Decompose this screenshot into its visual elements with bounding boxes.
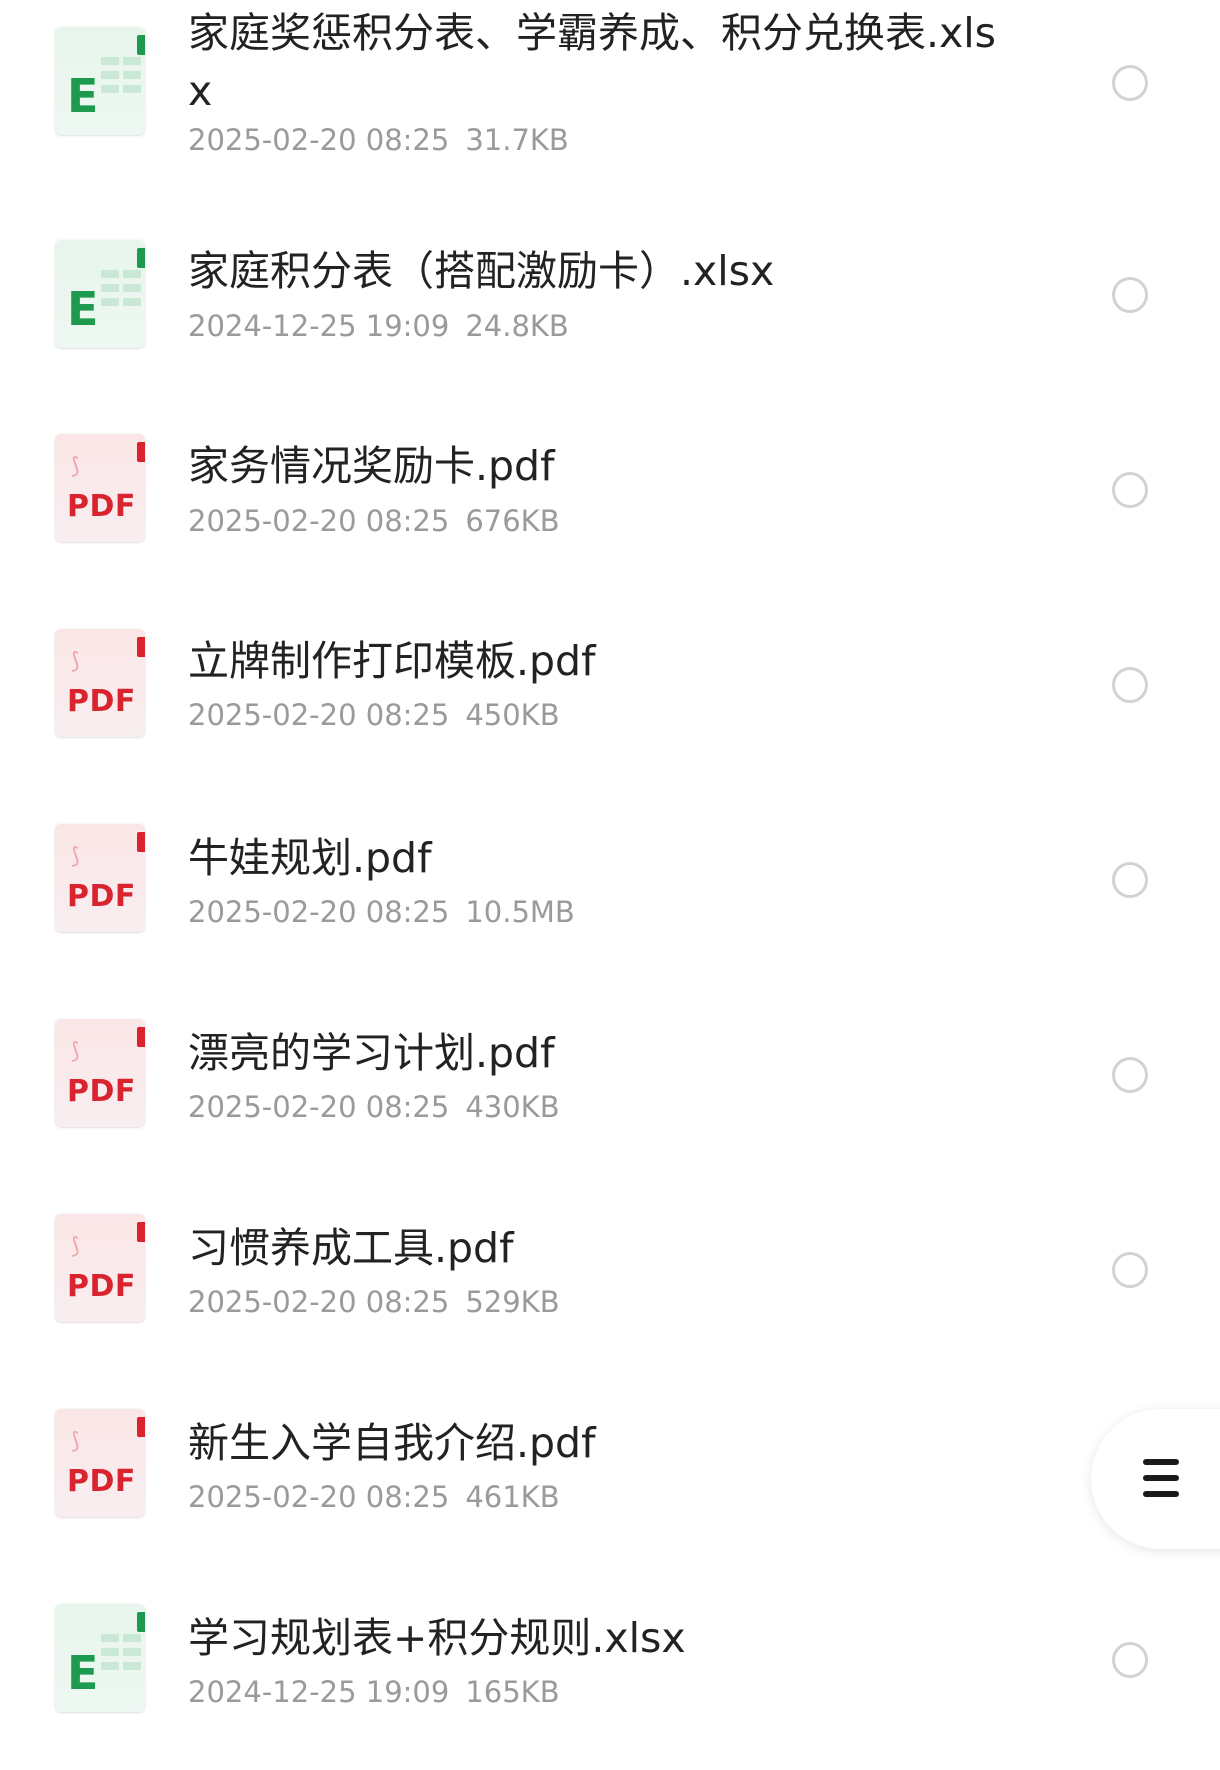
file-type-glyph: PDF xyxy=(67,879,136,914)
file-row[interactable]: E 学习规划表+积分规则.xlsx 2024-12-25 19:09 165KB xyxy=(0,1575,1220,1770)
file-size: 529KB xyxy=(465,1285,560,1319)
file-type-glyph: PDF xyxy=(67,684,136,719)
radio-unchecked-icon[interactable] xyxy=(1112,862,1148,898)
radio-unchecked-icon[interactable] xyxy=(1112,277,1148,313)
file-size: 165KB xyxy=(465,1675,560,1709)
file-meta: 2025-02-20 08:25 461KB xyxy=(188,1479,560,1515)
file-name: 漂亮的学习计划.pdf xyxy=(188,1029,555,1077)
file-date: 2025-02-20 08:25 xyxy=(188,123,450,157)
file-size: 450KB xyxy=(465,698,560,732)
file-name: 家庭积分表（搭配激励卡）.xlsx xyxy=(188,247,775,295)
file-meta: 2025-02-20 08:25 450KB xyxy=(188,697,560,733)
pdf-file-icon: ⟆ PDF xyxy=(55,824,145,932)
file-meta: 2025-02-20 08:25 10.5MB xyxy=(188,894,575,930)
file-date: 2025-02-20 08:25 xyxy=(188,895,450,929)
file-row[interactable]: ⟆ PDF 漂亮的学习计划.pdf 2025-02-20 08:25 430KB xyxy=(0,990,1220,1185)
file-type-glyph: E xyxy=(67,69,99,123)
radio-unchecked-icon[interactable] xyxy=(1112,667,1148,703)
file-date: 2025-02-20 08:25 xyxy=(188,1285,450,1319)
file-name: 家务情况奖励卡.pdf xyxy=(188,442,555,490)
file-size: 24.8KB xyxy=(465,309,569,343)
file-type-glyph: PDF xyxy=(67,1074,136,1109)
file-row[interactable]: ⟆ PDF 习惯养成工具.pdf 2025-02-20 08:25 529KB xyxy=(0,1185,1220,1380)
pdf-file-icon: ⟆ PDF xyxy=(55,1214,145,1322)
file-size: 10.5MB xyxy=(465,895,575,929)
file-type-glyph: PDF xyxy=(67,1464,136,1499)
file-size: 461KB xyxy=(465,1480,560,1514)
file-list: E 家庭奖惩积分表、学霸养成、积分兑换表.xlsx 2025-02-20 08:25… xyxy=(0,0,1220,1767)
pdf-file-icon: ⟆ PDF xyxy=(55,1019,145,1127)
file-date: 2025-02-20 08:25 xyxy=(188,698,450,732)
file-type-glyph: E xyxy=(67,282,99,336)
pdf-file-icon: ⟆ PDF xyxy=(55,629,145,737)
file-type-glyph: PDF xyxy=(67,1269,136,1304)
file-name: 立牌制作打印模板.pdf xyxy=(188,637,596,685)
radio-unchecked-icon[interactable] xyxy=(1112,1642,1148,1678)
file-date: 2024-12-25 19:09 xyxy=(188,1675,450,1709)
file-meta: 2025-02-20 08:25 430KB xyxy=(188,1089,560,1125)
file-name: 牛娃规划.pdf xyxy=(188,834,432,882)
file-date: 2025-02-20 08:25 xyxy=(188,1480,450,1514)
file-meta: 2024-12-25 19:09 165KB xyxy=(188,1674,560,1710)
file-size: 430KB xyxy=(465,1090,560,1124)
excel-file-icon: E xyxy=(55,240,145,348)
file-date: 2025-02-20 08:25 xyxy=(188,504,450,538)
file-type-glyph: E xyxy=(67,1646,99,1700)
file-name: 新生入学自我介绍.pdf xyxy=(188,1419,596,1467)
file-name: 家庭奖惩积分表、学霸养成、积分兑换表.xlsx xyxy=(188,9,997,115)
file-date: 2024-12-25 19:09 xyxy=(188,309,450,343)
file-row[interactable]: ⟆ PDF 新生入学自我介绍.pdf 2025-02-20 08:25 461KB xyxy=(0,1380,1220,1575)
file-type-glyph: PDF xyxy=(67,489,136,524)
radio-unchecked-icon[interactable] xyxy=(1112,472,1148,508)
radio-unchecked-icon[interactable] xyxy=(1112,1252,1148,1288)
excel-file-icon: E xyxy=(55,27,145,135)
radio-unchecked-icon[interactable] xyxy=(1112,1057,1148,1093)
file-date: 2025-02-20 08:25 xyxy=(188,1090,450,1124)
hamburger-menu-icon xyxy=(1143,1459,1179,1497)
file-row[interactable]: E 家庭奖惩积分表、学霸养成、积分兑换表.xlsx 2025-02-20 08:25… xyxy=(0,0,1220,195)
file-row[interactable]: ⟆ PDF 立牌制作打印模板.pdf 2025-02-20 08:25 450KB xyxy=(0,600,1220,795)
file-meta: 2025-02-20 08:25 529KB xyxy=(188,1284,560,1320)
file-meta: 2025-02-20 08:25 676KB xyxy=(188,503,560,539)
pdf-file-icon: ⟆ PDF xyxy=(55,1409,145,1517)
excel-file-icon: E xyxy=(55,1604,145,1712)
file-meta: 2024-12-25 19:09 24.8KB xyxy=(188,308,569,344)
file-row[interactable]: ⟆ PDF 家务情况奖励卡.pdf 2025-02-20 08:25 676KB xyxy=(0,405,1220,600)
radio-unchecked-icon[interactable] xyxy=(1112,65,1148,101)
file-size: 676KB xyxy=(465,504,560,538)
file-name: 习惯养成工具.pdf xyxy=(188,1224,514,1272)
menu-button[interactable] xyxy=(1091,1409,1220,1549)
file-meta: 2025-02-20 08:25 31.7KB xyxy=(188,122,569,158)
pdf-file-icon: ⟆ PDF xyxy=(55,434,145,542)
file-row[interactable]: ⟆ PDF 牛娃规划.pdf 2025-02-20 08:25 10.5MB xyxy=(0,795,1220,990)
file-name: 学习规划表+积分规则.xlsx xyxy=(188,1614,686,1662)
file-size: 31.7KB xyxy=(465,123,569,157)
file-row[interactable]: E 家庭积分表（搭配激励卡）.xlsx 2024-12-25 19:09 24.8KB xyxy=(0,210,1220,405)
